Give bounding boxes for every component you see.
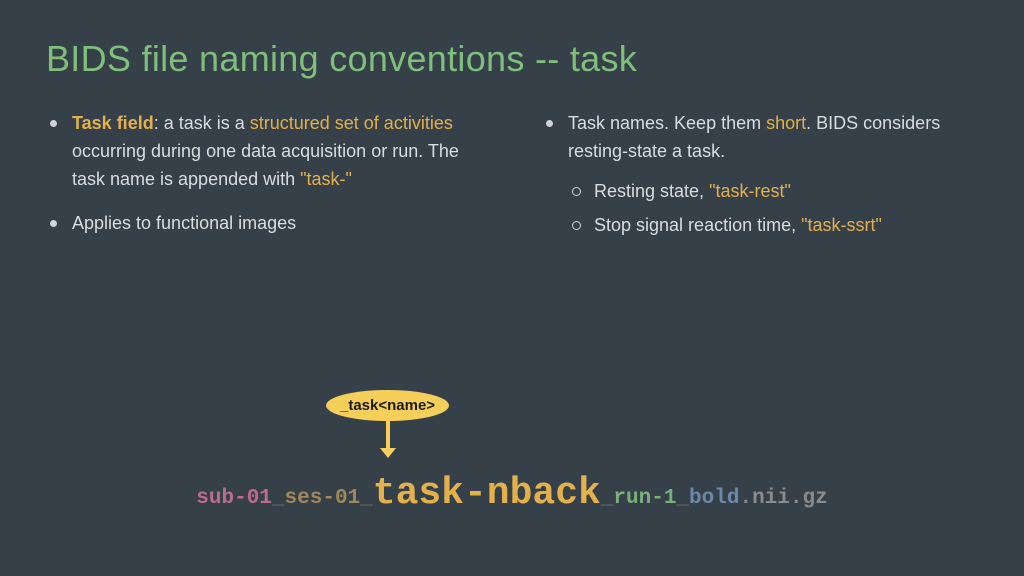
task-field-label: Task field <box>72 113 154 133</box>
underscore: _ <box>601 487 614 510</box>
content-columns: Task field: a task is a structured set o… <box>0 80 1024 256</box>
highlight-task-ssrt: "task-ssrt" <box>801 215 882 235</box>
filename-ses: ses-01 <box>285 487 361 510</box>
text: occurring during one data acquisition or… <box>72 141 459 189</box>
filename-sub: sub-01 <box>196 487 272 510</box>
bullet-task-names: Task names. Keep them short. BIDS consid… <box>542 110 978 240</box>
bullet-task-field: Task field: a task is a structured set o… <box>46 110 482 194</box>
filename-ext: .nii.gz <box>739 487 827 510</box>
underscore: _ <box>676 487 689 510</box>
bullet-applies-functional: Applies to functional images <box>46 210 482 238</box>
left-column: Task field: a task is a structured set o… <box>46 110 482 256</box>
subbullet-rest: Resting state, "task-rest" <box>568 178 978 206</box>
example-filename: sub-01_ses-01_task-nback_run-1_bold.nii.… <box>0 472 1024 515</box>
callout-bubble: _task<name> <box>326 390 449 421</box>
text: : a task is a <box>154 113 250 133</box>
arrow-down-icon <box>386 421 390 449</box>
text: Resting state, <box>594 181 709 201</box>
text: Task names. Keep them <box>568 113 766 133</box>
subbullet-ssrt: Stop signal reaction time, "task-ssrt" <box>568 212 978 240</box>
underscore: _ <box>272 487 285 510</box>
underscore: _ <box>360 487 373 510</box>
highlight-task-prefix: "task-" <box>300 169 352 189</box>
text: Stop signal reaction time, <box>594 215 801 235</box>
right-column: Task names. Keep them short. BIDS consid… <box>542 110 978 256</box>
callout-task-name: _task<name> <box>326 390 449 449</box>
filename-task: task-nback <box>373 472 601 515</box>
highlight-task-rest: "task-rest" <box>709 181 791 201</box>
filename-bold: bold <box>689 487 739 510</box>
page-title: BIDS file naming conventions -- task <box>0 0 1024 80</box>
highlight-structured: structured set of activities <box>250 113 453 133</box>
highlight-short: short <box>766 113 806 133</box>
filename-run: run-1 <box>613 487 676 510</box>
